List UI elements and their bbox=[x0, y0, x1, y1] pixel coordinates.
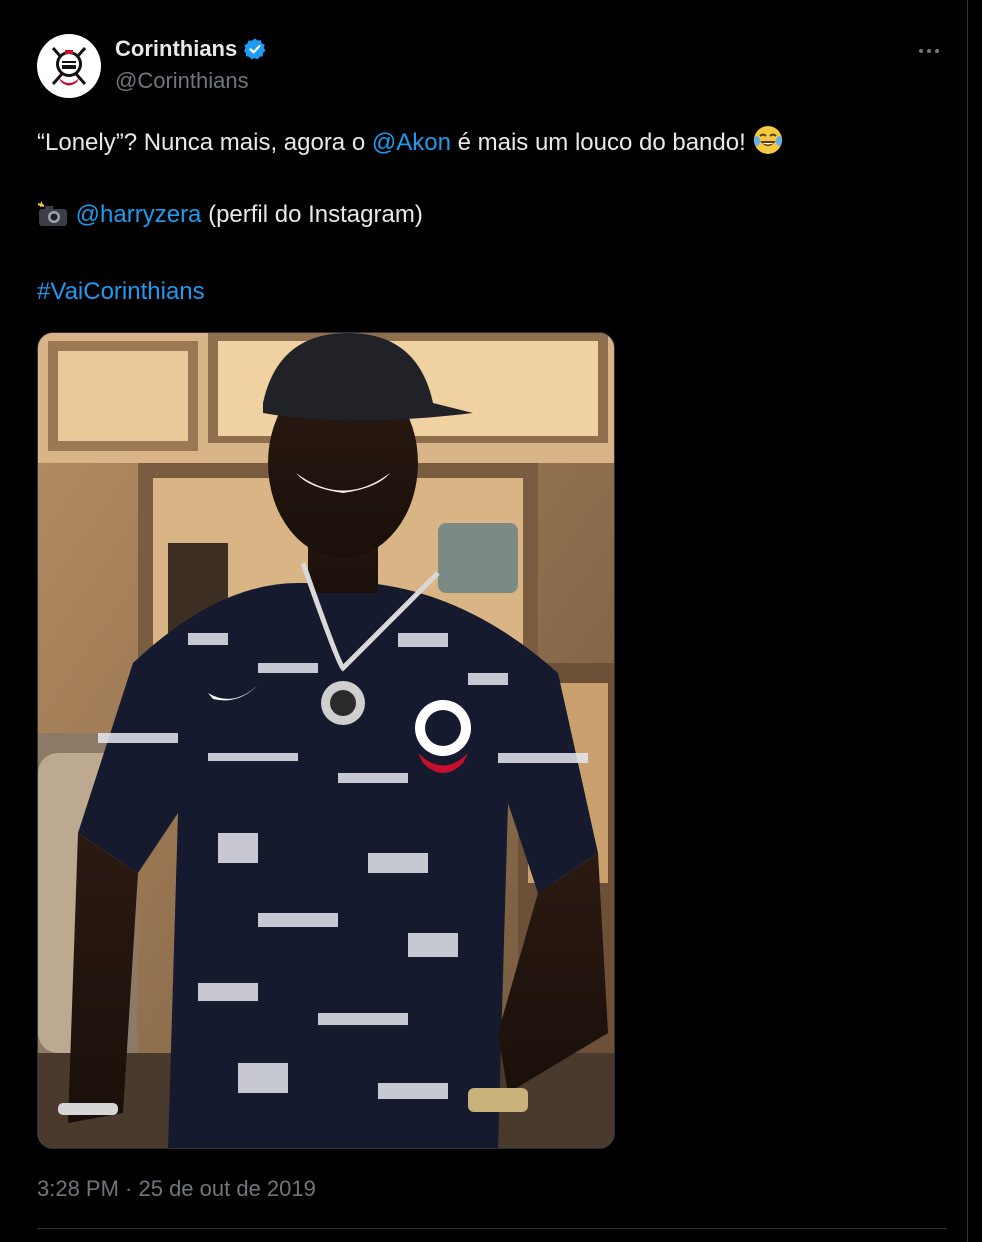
mention-akon-link[interactable]: @Akon bbox=[372, 129, 451, 156]
camera-flash-emoji-icon bbox=[37, 200, 69, 236]
hashtag-vaicorinthians-link[interactable]: #VaiCorinthians bbox=[37, 278, 205, 305]
tweet-timestamp[interactable]: 3:28 PM · 25 de out de 2019 bbox=[37, 1176, 316, 1202]
mention-harryzera-link[interactable]: @harryzera bbox=[76, 201, 202, 228]
author-handle[interactable]: @Corinthians bbox=[115, 68, 249, 94]
photo-image bbox=[38, 333, 614, 1148]
more-dot bbox=[927, 49, 931, 53]
avatar[interactable] bbox=[37, 34, 101, 98]
more-dot bbox=[919, 49, 923, 53]
more-options-icon[interactable] bbox=[914, 36, 944, 66]
tweet-text: (perfil do Instagram) bbox=[201, 201, 423, 228]
divider bbox=[37, 1228, 947, 1229]
tweet-container: Corinthians @Corinthians “Lonely”? Nunca… bbox=[0, 0, 968, 1242]
author-display-name[interactable]: Corinthians bbox=[115, 36, 237, 62]
more-dot bbox=[935, 49, 939, 53]
tweet-photo[interactable] bbox=[37, 332, 615, 1149]
tweet-text-line-2: @harryzera (perfil do Instagram) bbox=[37, 200, 423, 236]
tears-of-joy-emoji-icon bbox=[752, 124, 784, 164]
tweet-text-line-3: #VaiCorinthians bbox=[37, 277, 205, 307]
verified-badge-icon[interactable] bbox=[243, 37, 267, 61]
tweet-text: é mais um louco do bando! bbox=[450, 129, 753, 156]
author-name-row[interactable]: Corinthians bbox=[115, 36, 267, 62]
tweet-text: “Lonely”? Nunca mais, agora o bbox=[37, 129, 372, 156]
tweet-text-line-1: “Lonely”? Nunca mais, agora o @Akon é ma… bbox=[37, 124, 784, 164]
corinthians-crest-icon bbox=[51, 47, 87, 86]
